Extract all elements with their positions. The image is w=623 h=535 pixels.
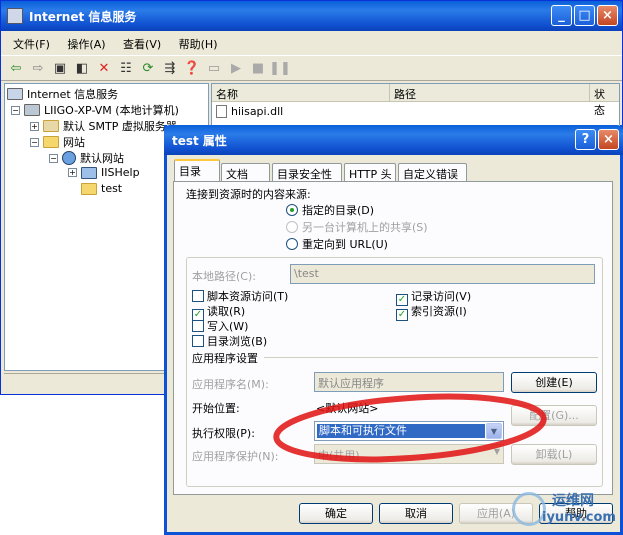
expand-icon[interactable]: +	[68, 168, 77, 177]
tree-computer[interactable]: − LIIGO-XP-VM (本地计算机)	[11, 102, 179, 118]
start-position-value: <默认网站>	[316, 402, 379, 415]
check-browse[interactable]: 目录浏览(B)	[192, 333, 267, 349]
computer-icon[interactable]: ▭	[203, 57, 225, 79]
chevron-down-icon: ▼	[493, 447, 500, 456]
radio-url[interactable]: 重定向到 URL(U)	[286, 236, 388, 252]
tree-root[interactable]: Internet 信息服务	[7, 86, 118, 102]
list-header: 名称 路径 状态	[212, 84, 619, 117]
tree-test[interactable]: test	[81, 182, 122, 195]
exec-permission-value: 脚本和可执行文件	[317, 424, 485, 438]
show-tree-icon[interactable]: ◧	[71, 57, 93, 79]
unload-button[interactable]: 卸载(L)	[511, 444, 597, 465]
configure-button[interactable]: 配置(G)...	[511, 405, 597, 426]
menu-file[interactable]: 文件(F)	[13, 38, 50, 51]
app-protection-select[interactable]: 中(共用) ▼	[314, 444, 504, 464]
ok-button[interactable]: 确定	[299, 503, 373, 524]
close-button[interactable]: ×	[597, 5, 618, 26]
tree-default-site[interactable]: − 默认网站	[49, 150, 124, 166]
expand-icon[interactable]: +	[30, 121, 39, 131]
radio-directory[interactable]: 指定的目录(D)	[286, 202, 374, 218]
app-settings-heading: 应用程序设置	[192, 352, 258, 365]
column-status[interactable]: 状态	[590, 84, 619, 117]
stop-icon[interactable]: ■	[247, 57, 269, 79]
apply-button[interactable]: 应用(A)	[459, 503, 533, 524]
local-path-label: 本地路径(C):	[192, 270, 256, 283]
check-write[interactable]: 写入(W)	[192, 318, 248, 334]
menu-help[interactable]: 帮助(H)	[179, 38, 218, 51]
play-icon[interactable]: ▶	[225, 57, 247, 79]
collapse-icon[interactable]: −	[49, 153, 58, 163]
checkbox-unchecked-icon	[192, 290, 204, 302]
toolbar: ⇦ ⇨ ▣ ◧ ✕ ☷ ⟳ ⇶ ❓ ▭ ▶ ■ ❚❚	[1, 55, 622, 81]
divider	[264, 357, 598, 358]
dialog-title: test 属性	[172, 133, 227, 148]
dialog-close-button[interactable]: ×	[598, 129, 619, 150]
collapse-icon[interactable]: −	[11, 105, 20, 115]
folder-icon	[43, 136, 59, 148]
chevron-down-icon[interactable]: ▼	[486, 423, 502, 439]
pause-icon[interactable]: ❚❚	[269, 57, 291, 79]
menu-bar: 文件(F) 操作(A) 查看(V) 帮助(H)	[13, 36, 232, 52]
tree-iishelp[interactable]: + IISHelp	[68, 166, 140, 179]
refresh-icon[interactable]: ⟳	[137, 57, 159, 79]
checkbox-unchecked-icon	[192, 320, 204, 332]
iis-app-icon	[7, 8, 23, 24]
tab-http-headers[interactable]: HTTP 头	[344, 163, 396, 181]
create-button[interactable]: 创建(E)	[511, 372, 597, 393]
menu-action[interactable]: 操作(A)	[67, 38, 105, 51]
computer-icon	[24, 104, 40, 116]
checkbox-checked-icon: ✓	[396, 309, 408, 321]
forward-icon[interactable]: ⇨	[27, 57, 49, 79]
up-folder-icon[interactable]: ▣	[49, 57, 71, 79]
cancel-button[interactable]: 取消	[379, 503, 453, 524]
collapse-icon[interactable]: −	[30, 137, 39, 147]
properties-icon[interactable]: ☷	[115, 57, 137, 79]
radio-off-icon	[286, 238, 298, 250]
back-icon[interactable]: ⇦	[5, 57, 27, 79]
local-path-field[interactable]: \test	[290, 264, 595, 284]
tab-panel: 连接到资源时的内容来源: 指定的目录(D) 另一台计算机上的共享(S) 重定向到…	[173, 181, 613, 495]
delete-icon[interactable]: ✕	[93, 57, 115, 79]
folder-icon	[81, 182, 97, 195]
app-name-field[interactable]: 默认应用程序	[314, 372, 504, 392]
title-bar: Internet 信息服务 _ □ ×	[1, 1, 622, 31]
app-name-label: 应用程序名(M):	[192, 378, 269, 391]
tree-websites[interactable]: − 网站	[30, 134, 85, 150]
properties-dialog: test 属性 ? × 目录 文档 目录安全性 HTTP 头 自定义错误 连接到…	[164, 125, 623, 535]
content-source-label: 连接到资源时的内容来源:	[186, 188, 311, 201]
virtual-dir-icon	[81, 166, 97, 179]
tab-dir-security[interactable]: 目录安全性	[272, 163, 342, 181]
smtp-icon	[43, 120, 59, 132]
tab-documents[interactable]: 文档	[221, 163, 270, 181]
check-index[interactable]: ✓ 索引资源(I)	[396, 303, 467, 321]
globe-icon	[62, 151, 76, 165]
check-script-access[interactable]: 脚本资源访问(T)	[192, 288, 288, 304]
column-path[interactable]: 路径	[390, 84, 590, 101]
exec-permission-select[interactable]: 脚本和可执行文件 ▼	[314, 421, 504, 441]
radio-share[interactable]: 另一台计算机上的共享(S)	[286, 219, 428, 235]
iis-icon	[7, 88, 23, 100]
exec-permission-label: 执行权限(P):	[192, 427, 255, 440]
menu-view[interactable]: 查看(V)	[123, 38, 161, 51]
maximize-button[interactable]: □	[574, 5, 595, 26]
help-icon[interactable]: ❓	[181, 57, 203, 79]
dialog-title-bar: test 属性 ? ×	[164, 125, 623, 155]
minimize-button[interactable]: _	[551, 5, 572, 26]
tab-custom-errors[interactable]: 自定义错误	[398, 163, 467, 181]
list-item[interactable]: hiisapi.dll	[212, 102, 619, 121]
window-title: Internet 信息服务	[29, 9, 137, 24]
tree-smtp[interactable]: + 默认 SMTP 虚拟服务器	[30, 118, 177, 134]
radio-off-icon	[286, 221, 298, 233]
checkbox-unchecked-icon	[192, 335, 204, 347]
radio-on-icon	[286, 204, 298, 216]
help-dialog-button[interactable]: 帮助	[539, 503, 613, 524]
app-protection-label: 应用程序保护(N):	[192, 450, 279, 463]
file-icon	[216, 105, 227, 118]
column-name[interactable]: 名称	[212, 84, 390, 101]
help-button[interactable]: ?	[575, 129, 596, 150]
export-icon[interactable]: ⇶	[159, 57, 181, 79]
start-position-label: 开始位置:	[192, 402, 240, 415]
tab-directory[interactable]: 目录	[174, 159, 220, 182]
